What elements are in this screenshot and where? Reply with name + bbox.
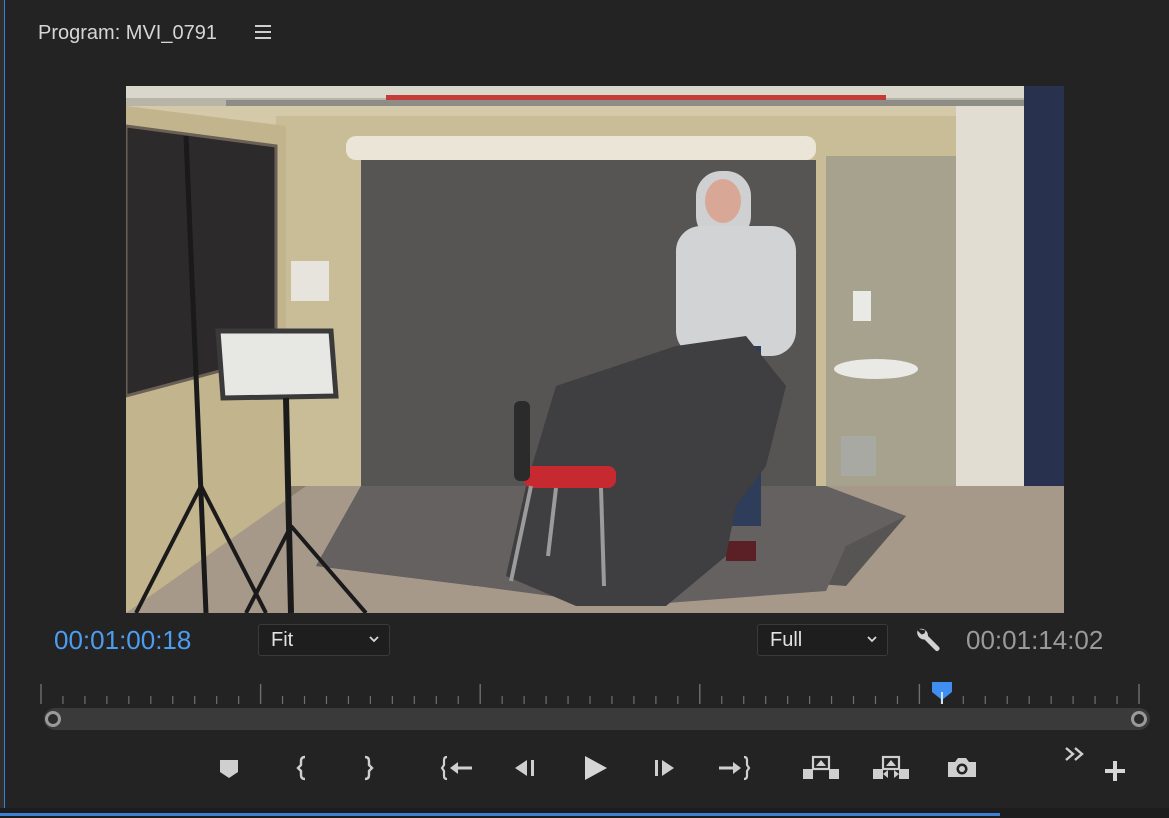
double-chevron-icon — [1065, 747, 1084, 761]
panel-title[interactable]: Program: MVI_0791 — [38, 19, 217, 47]
zoom-level-value: Fit — [271, 629, 294, 651]
play-button[interactable] — [577, 750, 613, 786]
playhead[interactable] — [931, 680, 953, 704]
hamburger-menu-icon[interactable] — [255, 25, 271, 39]
step-back-icon — [515, 760, 534, 776]
video-frame[interactable] — [126, 86, 1064, 613]
zoom-scroll-bar[interactable] — [44, 708, 1150, 730]
add-marker-button[interactable] — [211, 750, 247, 786]
playback-resolution-value: Full — [770, 629, 803, 651]
go-to-in-icon — [440, 755, 472, 781]
plus-icon — [1105, 761, 1125, 781]
panel-focus-underline — [0, 813, 1000, 816]
go-to-out-button[interactable] — [716, 750, 752, 786]
mark-in-button[interactable] — [285, 750, 321, 786]
step-forward-icon — [655, 760, 674, 776]
lift-icon — [803, 755, 839, 779]
playback-resolution-select[interactable]: Full — [757, 624, 888, 656]
extract-button[interactable] — [871, 750, 911, 786]
lift-button[interactable] — [801, 750, 841, 786]
mark-out-icon — [364, 755, 374, 781]
wrench-icon[interactable] — [913, 625, 943, 653]
camera-icon — [948, 758, 976, 777]
go-to-in-button[interactable] — [439, 750, 475, 786]
chevron-down-icon — [369, 636, 379, 643]
duration-timecode: 00:01:14:02 — [966, 625, 1104, 655]
more-controls-button[interactable] — [1060, 743, 1090, 769]
play-icon — [585, 756, 607, 780]
panel-focus-border — [0, 0, 5, 808]
time-ruler[interactable] — [40, 682, 1140, 706]
step-forward-button[interactable] — [650, 750, 686, 786]
step-back-button[interactable] — [508, 750, 544, 786]
button-editor-button[interactable] — [1101, 757, 1129, 785]
mark-in-icon — [296, 755, 306, 781]
chevron-down-icon — [867, 636, 877, 643]
zoom-level-select[interactable]: Fit — [258, 624, 390, 656]
zoom-scroll-left-handle[interactable] — [45, 711, 61, 727]
video-scene — [126, 86, 1064, 613]
extract-icon — [873, 755, 909, 779]
mark-out-button[interactable] — [349, 750, 385, 786]
marker-icon — [220, 760, 238, 778]
go-to-out-icon — [719, 755, 751, 781]
zoom-scroll-right-handle[interactable] — [1131, 711, 1147, 727]
export-frame-button[interactable] — [944, 750, 980, 786]
current-timecode[interactable]: 00:01:00:18 — [54, 624, 191, 656]
